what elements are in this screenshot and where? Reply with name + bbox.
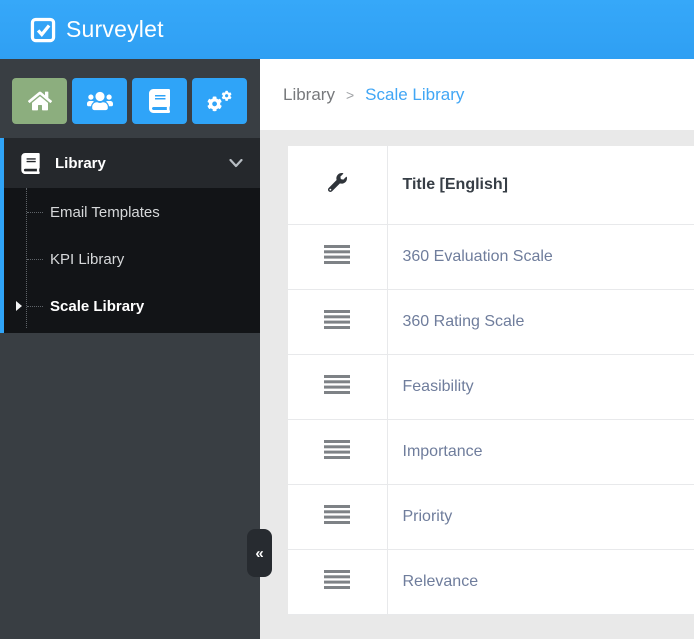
collapse-icon: «: [255, 544, 264, 562]
book-icon: [149, 89, 170, 113]
scale-title-link[interactable]: Relevance: [387, 549, 694, 615]
scale-table: Title [English] 360 Evaluation Scale 360…: [288, 146, 694, 615]
row-menu-icon[interactable]: [324, 504, 351, 524]
submenu-item-label: Email Templates: [50, 204, 160, 221]
users-button[interactable]: [72, 78, 127, 124]
scale-title-link[interactable]: Feasibility: [387, 354, 694, 420]
sidebar-nav: Library Email Templates KPI Library Scal…: [0, 138, 260, 333]
sidebar-toolbar: [0, 59, 260, 124]
table-header-row: Title [English]: [288, 146, 694, 225]
breadcrumb-library[interactable]: Library: [283, 85, 335, 105]
scale-title-link[interactable]: Importance: [387, 419, 694, 485]
row-menu-icon[interactable]: [324, 244, 351, 264]
scale-title-link[interactable]: 360 Rating Scale: [387, 289, 694, 355]
settings-button[interactable]: [192, 78, 247, 124]
table-row: Importance: [288, 419, 694, 485]
app-title: Surveylet: [66, 16, 164, 42]
sidebar-item-library[interactable]: Library: [0, 138, 260, 188]
scale-table-panel: Title [English] 360 Evaluation Scale 360…: [288, 146, 694, 615]
sidebar-item-email-templates[interactable]: Email Templates: [4, 189, 260, 236]
library-button[interactable]: [132, 78, 187, 124]
row-menu-icon[interactable]: [324, 309, 351, 329]
sidebar-section-label: Library: [55, 154, 106, 172]
table-row: Feasibility: [288, 354, 694, 420]
home-button[interactable]: [12, 78, 67, 124]
submenu-item-label: KPI Library: [50, 251, 125, 268]
title-column-header: Title [English]: [387, 146, 694, 225]
sidebar-collapse-button[interactable]: «: [247, 529, 272, 577]
wrench-icon: [327, 172, 347, 196]
sidebar-item-kpi-library[interactable]: KPI Library: [4, 236, 260, 283]
book-icon: [21, 152, 40, 174]
caret-right-icon: [16, 301, 22, 311]
submenu-item-label: Scale Library: [50, 298, 145, 315]
check-square-icon: [30, 17, 56, 43]
tools-column-header: [288, 146, 388, 225]
table-row: 360 Rating Scale: [288, 289, 694, 355]
cogs-icon: [207, 89, 233, 113]
row-menu-icon[interactable]: [324, 569, 351, 589]
home-icon: [27, 89, 52, 113]
row-menu-icon[interactable]: [324, 374, 351, 394]
table-row: 360 Evaluation Scale: [288, 224, 694, 290]
breadcrumb-scale-library[interactable]: Scale Library: [365, 85, 464, 105]
main-content: Library > Scale Library Title [English]: [260, 59, 694, 639]
sidebar-item-scale-library[interactable]: Scale Library: [4, 283, 260, 330]
table-row: Priority: [288, 484, 694, 550]
table-row: Relevance: [288, 549, 694, 615]
scale-title-link[interactable]: 360 Evaluation Scale: [387, 224, 694, 290]
breadcrumb-separator: >: [345, 87, 355, 103]
row-menu-icon[interactable]: [324, 439, 351, 459]
users-icon: [86, 89, 113, 113]
sidebar: Library Email Templates KPI Library Scal…: [0, 59, 260, 639]
scale-title-link[interactable]: Priority: [387, 484, 694, 550]
topbar: Surveylet: [0, 0, 694, 59]
library-submenu: Email Templates KPI Library Scale Librar…: [0, 188, 260, 333]
chevron-down-icon: [229, 158, 243, 168]
breadcrumb: Library > Scale Library: [260, 59, 694, 130]
